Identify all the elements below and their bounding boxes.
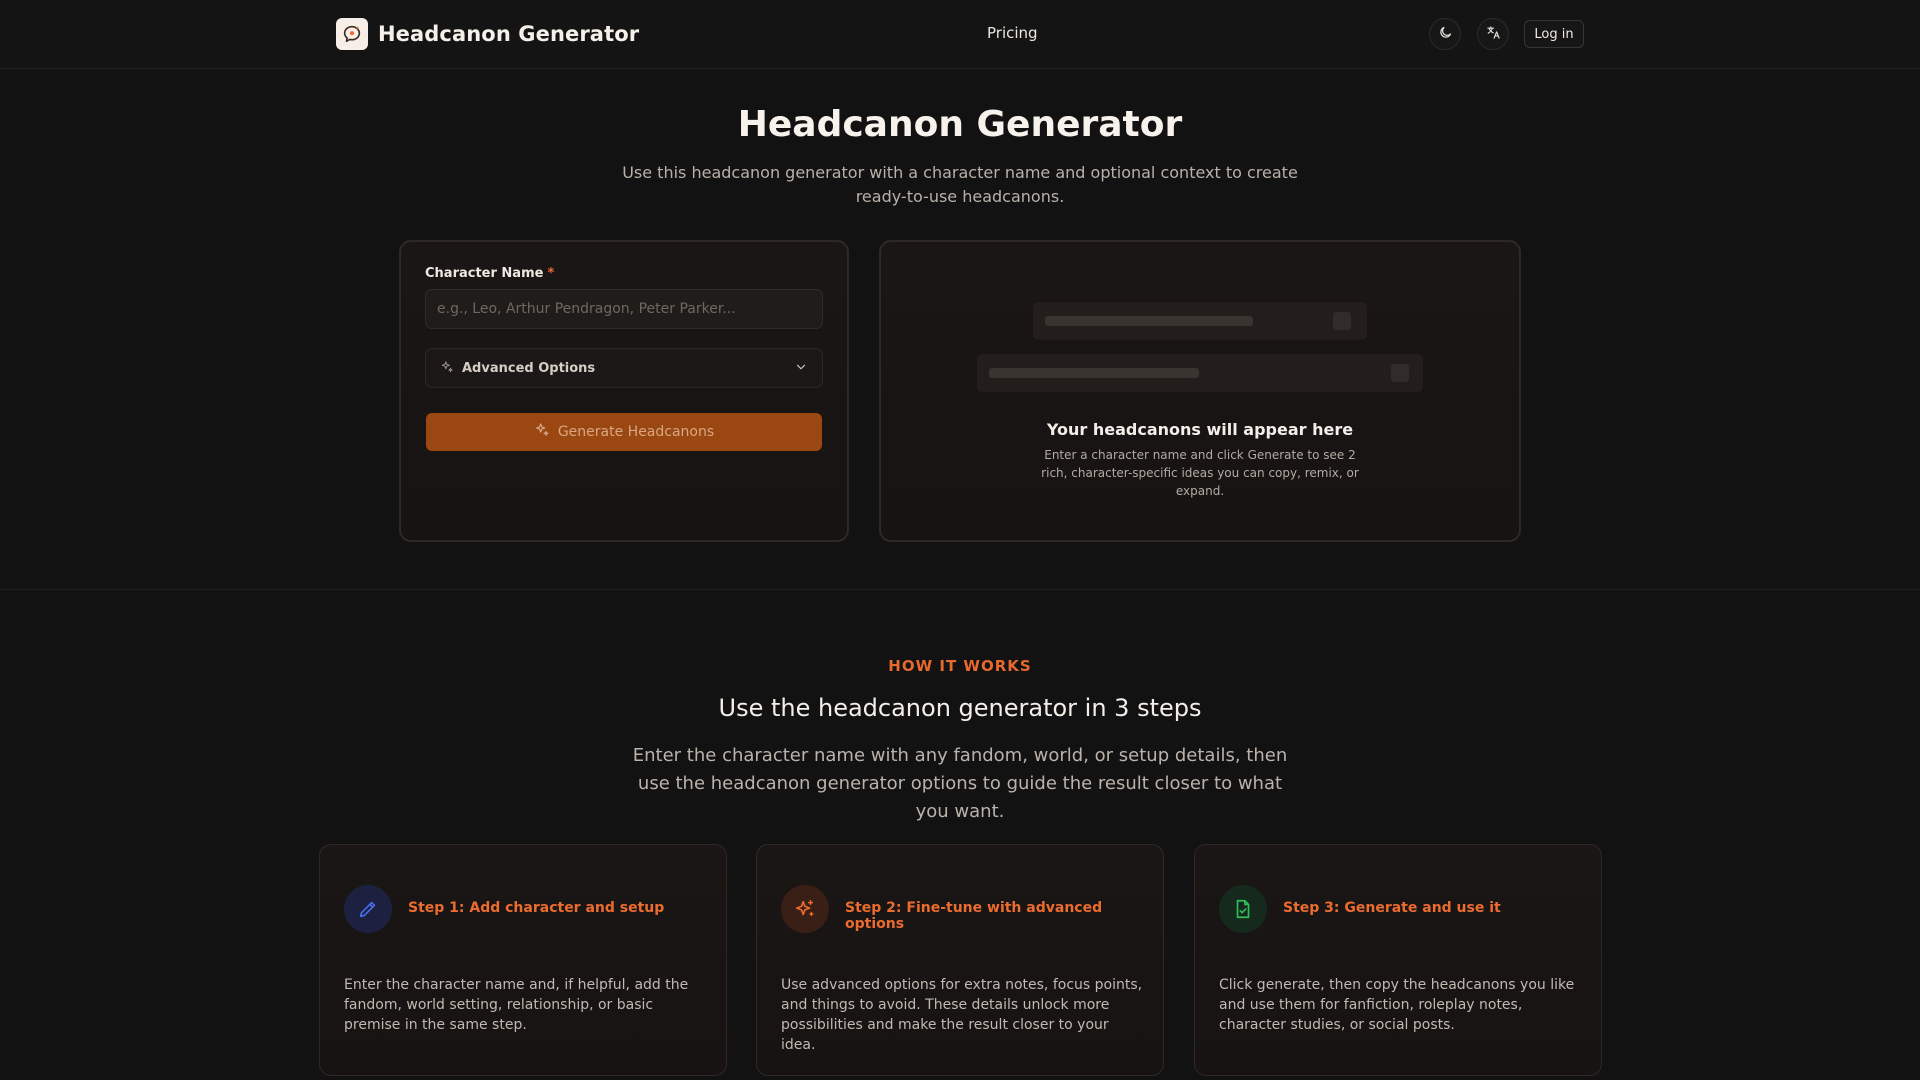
generator-form-card: Character Name* Advanced Options Generat… bbox=[399, 240, 849, 542]
section-eyebrow: HOW IT WORKS bbox=[888, 657, 1032, 675]
step-text: Click generate, then copy the headcanons… bbox=[1219, 977, 1575, 1033]
page-subtitle: Use this headcanon generator with a char… bbox=[622, 163, 1298, 206]
results-preview-card: Your headcanons will appear here Enter a… bbox=[879, 240, 1521, 542]
skeleton-square bbox=[1391, 364, 1409, 382]
pencil-icon bbox=[344, 885, 392, 933]
sparkles-icon bbox=[781, 885, 829, 933]
skeleton-bar bbox=[989, 368, 1199, 378]
moon-icon bbox=[1438, 25, 1453, 44]
empty-state-title: Your headcanons will appear here bbox=[1046, 420, 1354, 439]
theme-toggle-button[interactable] bbox=[1429, 18, 1461, 50]
skeleton-square bbox=[1333, 312, 1351, 330]
section-divider bbox=[0, 589, 1920, 590]
step-title: Step 2: Fine-tune with advanced options bbox=[845, 900, 1103, 932]
chevron-down-icon bbox=[794, 359, 808, 378]
translate-icon bbox=[1486, 25, 1501, 44]
generate-button-label: Generate Headcanons bbox=[557, 424, 715, 440]
step-text: Use advanced options for extra notes, fo… bbox=[781, 977, 1143, 1053]
page-title: Headcanon Generator bbox=[737, 104, 1183, 145]
section-title: Use the headcanon generator in 3 steps bbox=[718, 694, 1202, 722]
top-nav: Headcanon Generator Pricing Log in bbox=[0, 0, 1920, 69]
skeleton-row bbox=[1033, 302, 1367, 340]
step-title: Step 3: Generate and use it bbox=[1283, 900, 1501, 916]
file-check-icon bbox=[1219, 885, 1267, 933]
brand-name: Headcanon Generator bbox=[378, 22, 640, 46]
character-name-label: Character Name * bbox=[425, 266, 554, 281]
brand[interactable]: Headcanon Generator bbox=[336, 18, 639, 50]
generate-button[interactable]: Generate Headcanons bbox=[426, 413, 822, 451]
sparkles-icon bbox=[534, 422, 550, 442]
language-button[interactable] bbox=[1477, 18, 1509, 50]
step-title: Step 1: Add character and setup bbox=[408, 900, 665, 916]
section-subtitle: Enter the character name with any fandom… bbox=[632, 745, 1288, 822]
skeleton-bar bbox=[1045, 316, 1253, 326]
advanced-options-label: Advanced Options bbox=[462, 360, 596, 376]
character-name-input[interactable] bbox=[425, 289, 823, 329]
step-text: Enter the character name and, if helpful… bbox=[344, 977, 689, 1033]
sparkles-icon bbox=[440, 359, 454, 378]
character-name-label-text: Character Name bbox=[425, 266, 544, 281]
required-mark: * bbox=[547, 266, 555, 281]
advanced-options-toggle[interactable]: Advanced Options bbox=[425, 348, 823, 388]
login-button[interactable]: Log in bbox=[1524, 20, 1584, 48]
speech-bubble-icon bbox=[336, 18, 368, 50]
step-card-3: Step 3: Generate and use it Click genera… bbox=[1194, 844, 1602, 1076]
step-card-1: Step 1: Add character and setup Enter th… bbox=[319, 844, 727, 1076]
nav-pricing-link[interactable]: Pricing bbox=[987, 24, 1038, 42]
skeleton-row bbox=[977, 354, 1423, 392]
empty-state-text: Enter a character name and click Generat… bbox=[1041, 448, 1359, 498]
step-card-2: Step 2: Fine-tune with advanced options … bbox=[756, 844, 1164, 1076]
